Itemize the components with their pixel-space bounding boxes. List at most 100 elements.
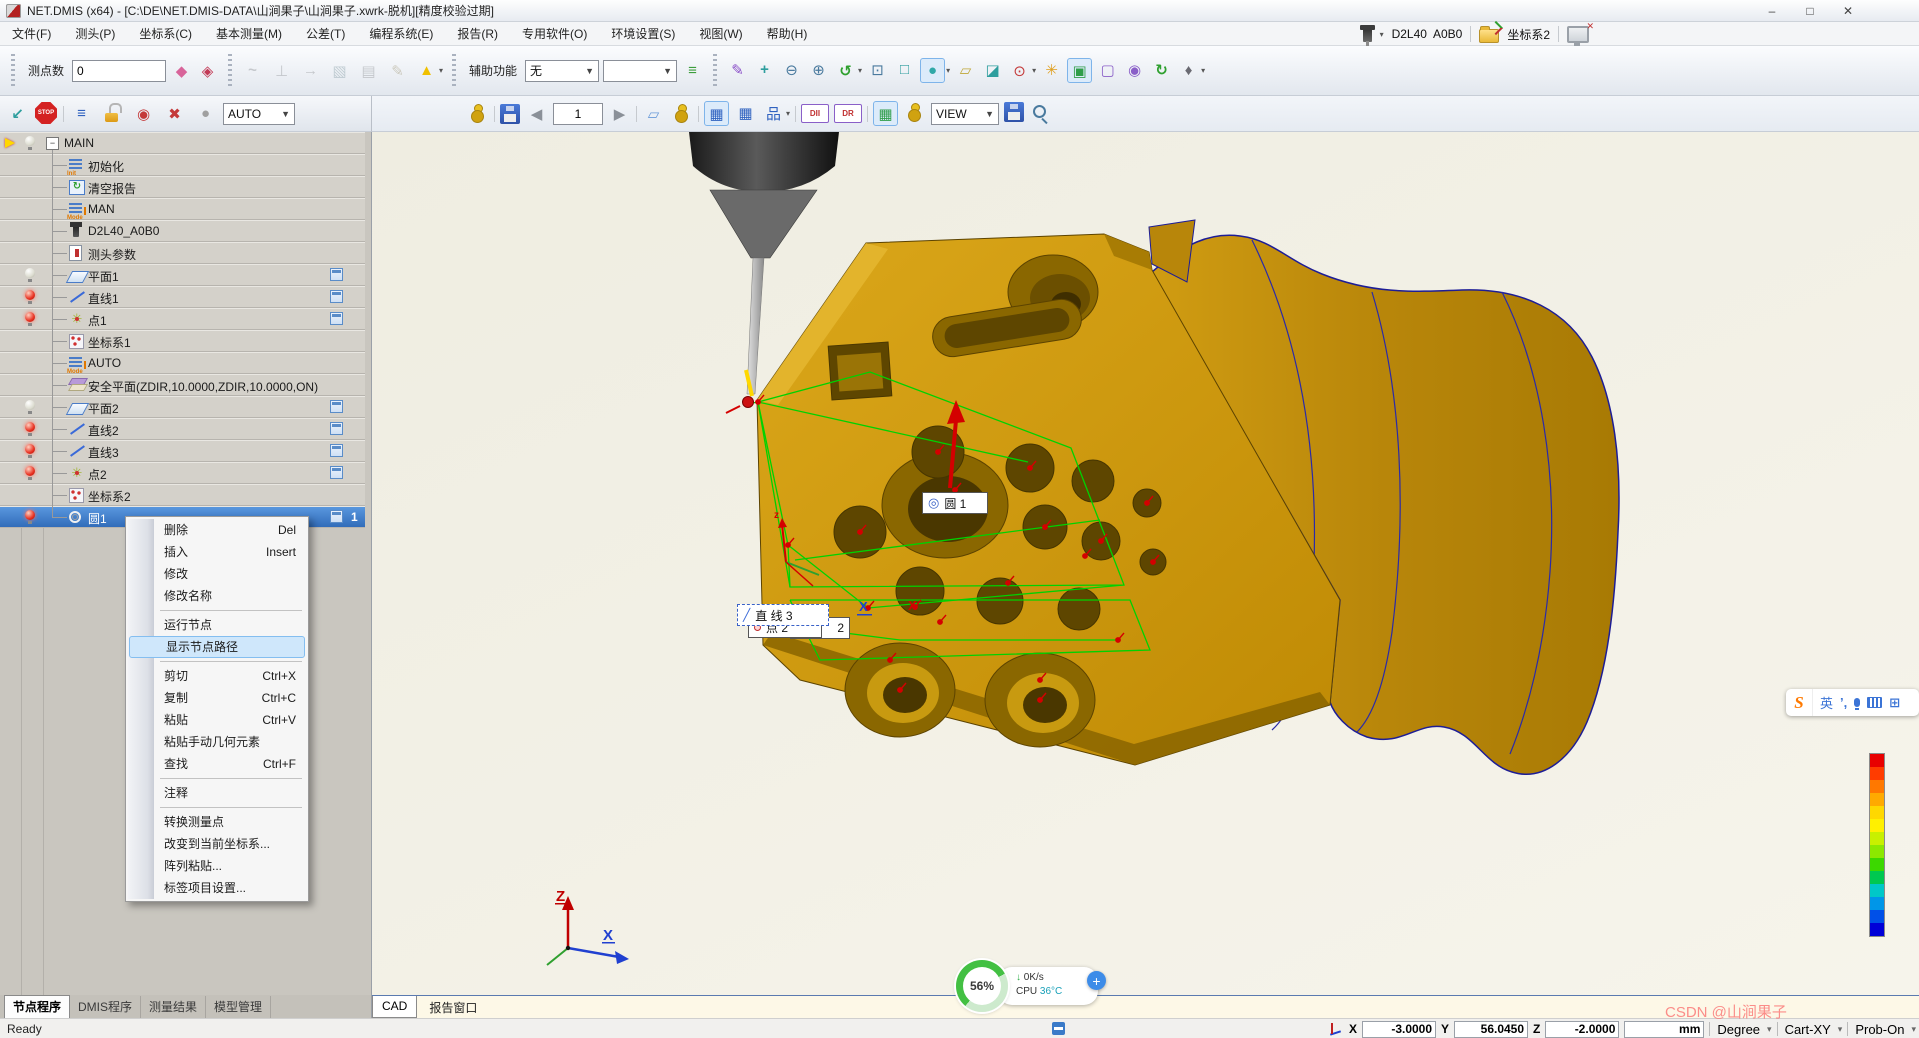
ime-punctuation-icon[interactable]: ’,: [1840, 695, 1847, 710]
camera-icon[interactable]: ◉: [1123, 58, 1146, 81]
tab-cad[interactable]: CAD: [372, 996, 418, 1018]
panel-tab-1[interactable]: DMIS程序: [70, 996, 142, 1018]
org-chart-icon[interactable]: 品: [762, 102, 785, 125]
context-item-15[interactable]: 标签项目设置...: [128, 877, 306, 899]
context-item-13[interactable]: 改变到当前坐标系...: [128, 833, 306, 855]
walk-icon[interactable]: ✳: [1040, 58, 1063, 81]
chevron-down-icon[interactable]: ▾: [439, 66, 443, 75]
probe-add-icon[interactable]: [670, 102, 693, 125]
clear-points-icon[interactable]: ✖: [163, 102, 186, 125]
menu-item-3[interactable]: 基本测量(M): [216, 25, 282, 42]
bulb-red-icon[interactable]: [25, 510, 35, 524]
probe-doc-icon[interactable]: ▤: [357, 59, 380, 82]
zoom-window-icon[interactable]: ⊡: [866, 58, 889, 81]
connection-icon[interactable]: [1052, 1022, 1065, 1035]
cad-viewport[interactable]: z X X Z X: [372, 132, 1919, 995]
context-item-1[interactable]: 插入 Insert: [128, 541, 306, 563]
tree-row-2[interactable]: ↻ 清空报告: [0, 176, 365, 198]
node-flag-icon[interactable]: [330, 268, 343, 281]
menu-item-5[interactable]: 编程系统(E): [369, 25, 433, 42]
context-item-14[interactable]: 阵列粘贴...: [128, 855, 306, 877]
context-item-2[interactable]: 修改: [128, 563, 306, 585]
bulb-red-icon[interactable]: [25, 466, 35, 480]
zoom-out-icon[interactable]: ⊖: [780, 58, 803, 81]
exit-icon[interactable]: →: [299, 59, 322, 82]
pan-icon[interactable]: +: [753, 58, 776, 81]
cad-3d-scene[interactable]: z X X Z X: [372, 132, 1919, 995]
circle1-label[interactable]: ◎ 圆 1: [922, 492, 988, 514]
warning-icon[interactable]: ▲: [415, 59, 438, 82]
nav-index-input[interactable]: [553, 102, 603, 125]
bounding-box-icon[interactable]: ▣: [1067, 58, 1093, 83]
expand-collapse-icon[interactable]: −: [46, 137, 59, 150]
expand-plus-button[interactable]: +: [1087, 971, 1106, 990]
menu-item-9[interactable]: 视图(W): [699, 25, 742, 42]
box-icon[interactable]: □: [893, 58, 916, 81]
bulb-gray-icon[interactable]: [25, 136, 35, 150]
context-item-11[interactable]: 注释: [128, 782, 306, 804]
node-flag-icon[interactable]: [330, 444, 343, 457]
menu-item-7[interactable]: 专用软件(O): [522, 25, 587, 42]
dr-icon[interactable]: DR: [834, 104, 863, 123]
tree-row-9[interactable]: 坐标系1: [0, 330, 365, 352]
zoom-in-icon[interactable]: ⊕: [807, 58, 830, 81]
ime-mic-icon[interactable]: [1854, 698, 1861, 710]
bulb-gray-icon[interactable]: [25, 400, 35, 414]
dii-icon[interactable]: DII: [801, 104, 830, 123]
nav-forward-icon[interactable]: ▶: [608, 102, 631, 125]
tree-row-1[interactable]: Init 初始化: [0, 154, 365, 177]
node-flag-icon[interactable]: [330, 312, 343, 325]
probe-lift-icon[interactable]: ⊥: [270, 59, 293, 82]
node-flag-icon[interactable]: [330, 510, 343, 523]
node-flag-icon[interactable]: [330, 290, 343, 303]
tree-row-4[interactable]: D2L40_A0B0: [0, 220, 365, 242]
probe-dropdown-icon[interactable]: ▾: [1380, 30, 1384, 39]
chevron-down-icon[interactable]: ▾: [1767, 1024, 1772, 1035]
chevron-down-icon[interactable]: ▾: [786, 109, 790, 118]
sphere-icon[interactable]: ●: [920, 58, 946, 83]
close-button[interactable]: ✕: [1833, 1, 1863, 20]
context-item-10[interactable]: 查找 Ctrl+F: [128, 753, 306, 775]
tree-row-16[interactable]: 坐标系2: [0, 484, 365, 506]
toolbar-grip[interactable]: [11, 53, 15, 88]
offline-machine-icon[interactable]: [1567, 21, 1594, 46]
angle-mode-select[interactable]: Degree: [1715, 1022, 1762, 1037]
tree-row-8[interactable]: ✳ 点1: [0, 308, 365, 330]
panel-tab-0[interactable]: 节点程序: [4, 995, 71, 1018]
probe-add-icon[interactable]: [466, 102, 489, 125]
draw-arrow-icon[interactable]: ↙: [6, 102, 29, 125]
grid-blue2-icon[interactable]: ▦: [734, 101, 757, 124]
probe-add-icon[interactable]: [903, 101, 926, 124]
tree-row-5[interactable]: 测头参数: [0, 242, 365, 264]
menu-item-1[interactable]: 测头(P): [75, 25, 115, 42]
tree-row-6[interactable]: 平面1: [0, 264, 365, 286]
copy-icon[interactable]: ▱: [642, 102, 665, 125]
context-item-8[interactable]: 粘贴 Ctrl+V: [128, 709, 306, 731]
node-flag-icon[interactable]: [330, 400, 343, 413]
menu-item-6[interactable]: 报告(R): [457, 25, 498, 42]
chevron-down-icon[interactable]: ▾: [1838, 1024, 1843, 1035]
ime-keyboard-icon[interactable]: [1867, 697, 1883, 708]
tree-row-10[interactable]: Mode AUTO: [0, 352, 365, 375]
run-list-icon[interactable]: ≡: [70, 102, 93, 125]
bulb-red-icon[interactable]: [25, 312, 35, 326]
tree-row-7[interactable]: 直线1: [0, 286, 365, 308]
chevron-down-icon[interactable]: ▾: [1201, 66, 1205, 75]
chevron-down-icon[interactable]: ▾: [1911, 1024, 1916, 1035]
chevron-down-icon[interactable]: ▾: [1032, 66, 1036, 75]
maximize-button[interactable]: □: [1795, 1, 1825, 20]
unlock-icon[interactable]: [101, 102, 124, 125]
record-icon[interactable]: ◉: [132, 102, 155, 125]
context-item-6[interactable]: 剪切 Ctrl+X: [128, 665, 306, 687]
panel-tab-3[interactable]: 模型管理: [206, 996, 272, 1018]
eraser-points-icon[interactable]: ◈: [196, 59, 219, 82]
bulb-red-icon[interactable]: [25, 290, 35, 304]
find-probe-icon[interactable]: [1029, 102, 1052, 125]
line3-label[interactable]: ╱ 直 线 3: [737, 604, 829, 626]
section-plane-icon[interactable]: ◪: [981, 58, 1004, 81]
menu-item-4[interactable]: 公差(T): [306, 25, 345, 42]
menu-item-0[interactable]: 文件(F): [12, 25, 51, 42]
tree-row-14[interactable]: 直线3: [0, 440, 365, 462]
view-preset-select[interactable]: VIEW ▼: [931, 102, 1000, 125]
node-flag-icon[interactable]: [330, 466, 343, 479]
